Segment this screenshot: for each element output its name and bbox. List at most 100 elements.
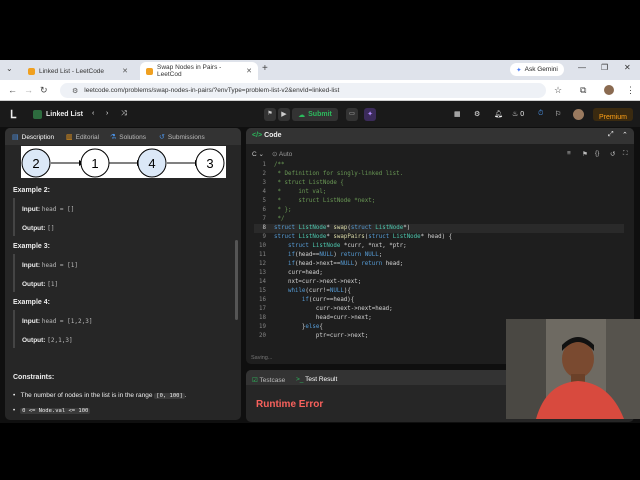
language-select[interactable]: C ⌄ — [252, 150, 264, 158]
reset-icon[interactable]: ↺ — [610, 150, 615, 158]
maximize-icon[interactable]: ⤢ — [608, 131, 614, 139]
output-value: [] — [47, 225, 55, 232]
bookmark-icon[interactable]: ⚑ — [582, 150, 588, 158]
tab-label: Testcase — [259, 377, 286, 384]
back-icon[interactable]: ← — [8, 85, 17, 95]
terminal-icon: >_ — [296, 376, 304, 383]
code-brackets-icon: </> — [252, 132, 263, 139]
example-input: Input: head = [] — [22, 206, 74, 213]
notes-button[interactable]: ▭ — [346, 108, 358, 121]
auto-mode-select[interactable]: ⊙ Auto — [272, 150, 292, 158]
prev-problem-icon[interactable]: ‹ — [92, 110, 94, 117]
gemini-icon: ✦ — [516, 66, 522, 74]
node-value: 1 — [91, 156, 98, 171]
url-field[interactable]: ⚙ leetcode.com/problems/swap-nodes-in-pa… — [60, 83, 546, 98]
description-scrollbar[interactable] — [235, 240, 238, 320]
streak-flame-icon[interactable]: ⚐ — [555, 110, 561, 118]
tab-list-icon[interactable]: ⌄ — [6, 64, 13, 73]
extensions-icon[interactable]: ⧉ — [580, 85, 586, 96]
upload-icon: ☁ — [298, 111, 306, 119]
tab-description[interactable]: ▤ Description — [12, 133, 54, 142]
tab-title: Swap Nodes in Pairs - LeetCod — [157, 64, 222, 78]
layout-icon[interactable]: ▦ — [454, 110, 461, 118]
shuffle-icon[interactable]: ⤨ — [121, 110, 127, 118]
browser-menu-icon[interactable]: ⋮ — [626, 85, 635, 96]
code-line[interactable]: 19 }else{ — [254, 323, 323, 332]
format-icon[interactable]: ≡ — [567, 150, 571, 157]
run-button[interactable]: ▶ — [278, 108, 290, 121]
code-line[interactable]: 3 * struct ListNode { — [254, 179, 344, 188]
example-block — [13, 310, 15, 348]
code-line[interactable]: 1/** — [254, 161, 285, 170]
close-icon[interactable]: ✕ — [122, 67, 128, 75]
notifications-bell-icon[interactable]: 🔔︎ — [494, 110, 503, 118]
next-problem-icon[interactable]: › — [106, 110, 108, 117]
code-line[interactable]: 11 if(head==NULL) return NULL; — [254, 251, 382, 260]
fire-icon: ♨ — [512, 111, 519, 118]
constraints-title: Constraints: — [13, 374, 55, 381]
tab-testcase[interactable]: ☑ Testcase — [252, 376, 285, 384]
close-window-button[interactable]: ✕ — [624, 63, 631, 72]
code-line[interactable]: 6 * }; — [254, 206, 292, 215]
code-line[interactable]: 9 struct ListNode* swapPairs(struct ListN… — [254, 233, 453, 242]
output-label: Output: — [22, 225, 46, 232]
leetcode-favicon-icon — [28, 67, 35, 75]
problem-list-button[interactable]: Linked List — [33, 110, 83, 119]
code-line[interactable]: 2 * Definition for singly-linked list. — [254, 170, 404, 179]
code-overflow-fade — [246, 341, 506, 349]
input-label: Input: — [22, 318, 41, 325]
premium-button[interactable]: Premium — [593, 108, 633, 121]
code-line[interactable]: 4 * int val; — [254, 188, 327, 197]
example-output: Output: [1] — [22, 281, 58, 288]
tab-test-result[interactable]: >_ Test Result — [296, 376, 337, 383]
user-avatar[interactable] — [573, 109, 584, 120]
reload-icon[interactable]: ↻ — [40, 85, 48, 96]
code-line[interactable]: 13 curr=head; — [254, 269, 323, 278]
braces-icon[interactable]: {} — [595, 150, 599, 157]
code-line[interactable]: 5 * struct ListNode *next; — [254, 197, 376, 206]
example-output: Output: [] — [22, 225, 55, 232]
forward-icon[interactable]: → — [24, 85, 33, 95]
bullet-icon: • — [13, 408, 19, 414]
browser-tab-linked-list[interactable]: Linked List - LeetCode ✕ — [22, 62, 134, 80]
code-line[interactable]: 20 ptr=curr->next; — [254, 332, 368, 341]
profile-avatar[interactable] — [604, 85, 614, 95]
code-line[interactable]: 17 curr->next->next=head; — [254, 305, 393, 314]
tab-solutions[interactable]: ⚗ Solutions — [110, 133, 146, 142]
tab-submissions[interactable]: ↺ Submissions — [159, 133, 205, 142]
code-line[interactable]: 8 struct ListNode* swap(struct ListNode*) — [254, 224, 624, 233]
ai-assist-button[interactable]: ✦ — [364, 108, 376, 121]
code-line[interactable]: 12 if(head->next==NULL) return head; — [254, 260, 403, 269]
timer-icon[interactable]: ⏱ — [538, 110, 543, 118]
restore-window-button[interactable]: ❐ — [601, 63, 608, 72]
lock-icon: ⊙ — [272, 151, 278, 158]
input-value: head = [1,2,3] — [41, 318, 93, 325]
settings-gear-icon[interactable]: ⚙ — [474, 110, 480, 118]
fullscreen-icon[interactable]: ⛶ — [623, 150, 628, 158]
debug-button[interactable]: ⚑ — [264, 108, 276, 121]
ask-gemini-button[interactable]: ✦ Ask Gemini — [510, 63, 564, 76]
browser-tab-swap-nodes[interactable]: Swap Nodes in Pairs - LeetCod ✕ — [140, 62, 258, 80]
ask-gemini-label: Ask Gemini — [524, 66, 558, 73]
close-icon[interactable]: ✕ — [246, 67, 252, 75]
streak-count: 0 — [520, 111, 525, 118]
code-line[interactable]: 16 if(curr==head){ — [254, 296, 354, 305]
code-line[interactable]: 15 while(curr!=NULL){ — [254, 287, 351, 296]
minimize-window-button[interactable]: — — [578, 63, 586, 72]
node-value: 4 — [148, 156, 155, 171]
bookmark-star-icon[interactable]: ☆ — [554, 85, 562, 96]
streak-counter[interactable]: ♨ 0 — [512, 110, 524, 118]
site-info-icon[interactable]: ⚙ — [72, 87, 78, 95]
code-line[interactable]: 14 nxt=curr->next->next; — [254, 278, 361, 287]
code-line[interactable]: 10 struct ListNode *curr, *nxt, *ptr; — [254, 242, 407, 251]
code-line[interactable]: 18 head=curr->next; — [254, 314, 372, 323]
submit-button[interactable]: ☁ Submit — [292, 108, 338, 121]
new-tab-button[interactable]: + — [262, 63, 268, 74]
code-line[interactable]: 7 */ — [254, 215, 285, 224]
leetcode-logo-icon[interactable]: ᒪ — [10, 108, 16, 121]
constraint-text: The number of nodes in the list is in th… — [20, 392, 153, 399]
collapse-icon[interactable]: ⌃ — [622, 131, 628, 139]
checkbox-icon: ☑ — [252, 377, 258, 384]
mode-value: Auto — [278, 151, 293, 158]
tab-editorial[interactable]: ▥ Editorial — [66, 133, 99, 142]
